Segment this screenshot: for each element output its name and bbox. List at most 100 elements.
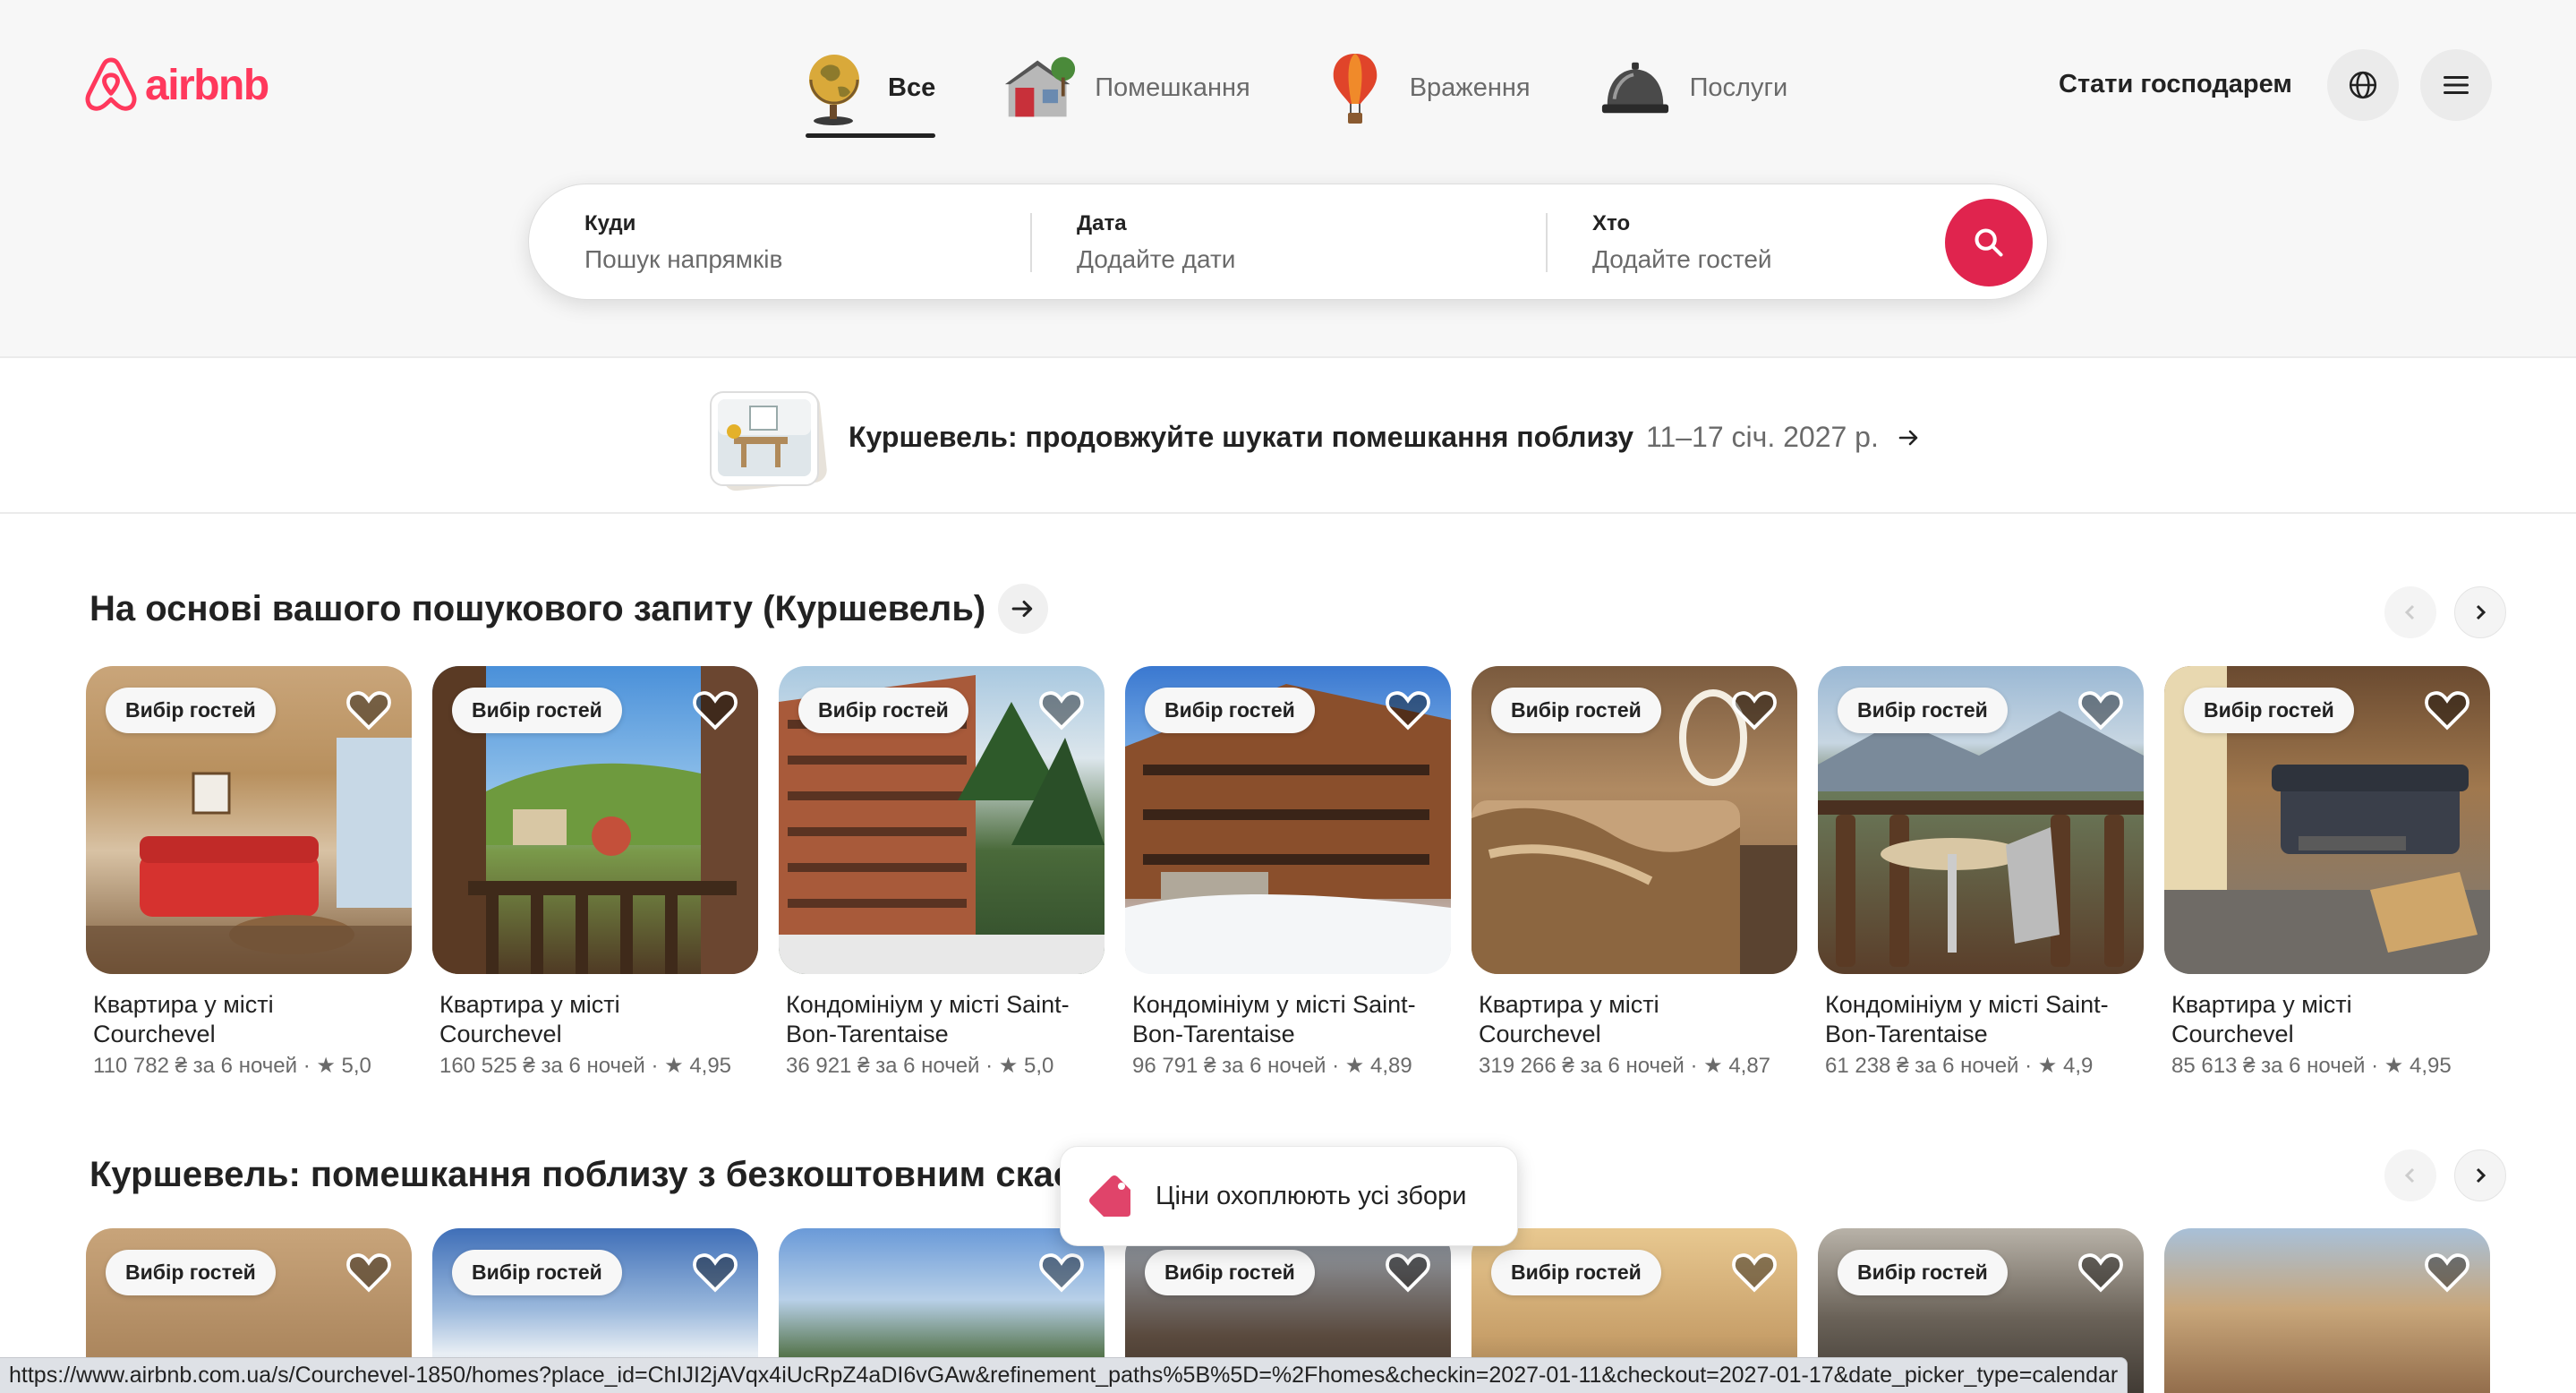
listing-photo[interactable]: Вибір гостей xyxy=(86,666,412,974)
listing-title-line: Квартира у місті xyxy=(439,991,620,1018)
listing-price-rating: 160 525 ₴ за 6 ночей · ★ 4,95 xyxy=(439,1054,732,1078)
house-icon xyxy=(1003,47,1077,128)
listing-title-line: Bon-Tarentaise xyxy=(1132,1021,1295,1047)
search-button[interactable] xyxy=(1945,199,2033,286)
listing-card[interactable]: Вибір гостей Квартира у місті Courchevel … xyxy=(86,666,412,1079)
language-button[interactable] xyxy=(2327,49,2399,121)
listing-title-line: Courchevel xyxy=(2171,1021,2294,1047)
guest-favorite-badge: Вибір гостей xyxy=(2184,688,2354,733)
search-who-input[interactable]: Додайте гостей xyxy=(1592,245,1772,274)
section-title-free-cancellation[interactable]: Куршевель: помешкання поблизу з безкошто… xyxy=(90,1155,1073,1195)
listing-title-line: Courchevel xyxy=(439,1021,562,1047)
recent-search-thumbnail xyxy=(707,387,827,492)
main-menu-button[interactable] xyxy=(2420,49,2492,121)
guest-favorite-badge: Вибір гостей xyxy=(1491,1250,1661,1295)
listing-card[interactable] xyxy=(2164,1228,2490,1393)
search-where-label: Куди xyxy=(584,211,636,235)
listing-card[interactable]: Вибір гостей Кондомініум у місті Saint- B… xyxy=(1818,666,2144,1079)
heart-icon[interactable] xyxy=(2077,688,2124,731)
scroll-left-button[interactable] xyxy=(2384,586,2436,638)
section-title-based-on-search[interactable]: На основі вашого пошукового запиту (Курш… xyxy=(90,584,1049,634)
category-nav: Все Помешкання Враження Послуги xyxy=(797,43,1855,138)
arrow-right-icon[interactable] xyxy=(998,584,1049,634)
listing-card[interactable]: Вибір гостей Кондомініум у місті Saint- B… xyxy=(1125,666,1451,1079)
listing-title-line: Квартира у місті xyxy=(1479,991,1659,1018)
heart-icon[interactable] xyxy=(2424,1250,2470,1293)
heart-icon[interactable] xyxy=(1038,688,1085,731)
listing-card[interactable]: Вибір гостей Квартира у місті Courchevel … xyxy=(1471,666,1797,1079)
listing-title: Квартира у місті Courchevel xyxy=(1471,990,1797,1049)
listing-title-line: Courchevel xyxy=(1479,1021,1601,1047)
search-icon xyxy=(1975,228,2003,257)
listing-photo[interactable] xyxy=(2164,1228,2490,1393)
listing-title-line: Кондомініум у місті Saint- xyxy=(1132,991,1416,1018)
become-host-link[interactable]: Стати господарем xyxy=(2059,70,2292,99)
listing-card[interactable]: Вибір гостей Квартира у місті Courchevel … xyxy=(2164,666,2490,1079)
guest-favorite-badge: Вибір гостей xyxy=(798,688,968,733)
heart-icon[interactable] xyxy=(2424,688,2470,731)
link-status-bar: https://www.airbnb.com.ua/s/Courchevel-1… xyxy=(0,1357,2128,1393)
prices-include-fees-tooltip: Ціни охоплюють усі збори xyxy=(1060,1146,1518,1246)
search-date[interactable]: Дата Додайте дати xyxy=(1077,211,1235,274)
heart-icon[interactable] xyxy=(345,1250,392,1293)
tooltip-text: Ціни охоплюють усі збори xyxy=(1156,1181,1467,1210)
nav-tab-services[interactable]: Послуги xyxy=(1599,43,1787,132)
hot-air-balloon-icon xyxy=(1318,47,1392,128)
search-date-input[interactable]: Додайте дати xyxy=(1077,245,1235,274)
chevron-right-icon xyxy=(2476,1167,2486,1184)
nav-tab-homes[interactable]: Помешкання xyxy=(1003,43,1250,132)
listing-title-line: Кондомініум у місті Saint- xyxy=(1825,991,2109,1018)
nav-tab-all[interactable]: Все xyxy=(797,43,936,138)
recent-search-banner[interactable]: Куршевель: продовжуйте шукати помешкання… xyxy=(0,360,2576,514)
listing-title: Кондомініум у місті Saint- Bon-Tarentaise xyxy=(779,990,1105,1049)
listing-title: Кондомініум у місті Saint- Bon-Tarentaise xyxy=(1818,990,2144,1049)
listing-photo[interactable]: Вибір гостей xyxy=(2164,666,2490,974)
heart-icon[interactable] xyxy=(1038,1250,1085,1293)
section-title-text: На основі вашого пошукового запиту (Курш… xyxy=(90,588,986,628)
listing-photo[interactable]: Вибір гостей xyxy=(1471,666,1797,974)
search-where[interactable]: Куди Пошук напрямків xyxy=(584,211,782,274)
heart-icon[interactable] xyxy=(2077,1250,2124,1293)
arrow-right-icon xyxy=(1898,429,1920,447)
recent-search-text[interactable]: Куршевель: продовжуйте шукати помешкання… xyxy=(849,421,1920,454)
listing-card[interactable]: Вибір гостей Кондомініум у місті Saint- B… xyxy=(779,666,1105,1079)
listing-card[interactable]: Вибір гостей Квартира у місті Courchevel … xyxy=(432,666,758,1079)
scroll-right-button[interactable] xyxy=(2454,586,2506,638)
listing-price-rating: 96 791 ₴ за 6 ночей · ★ 4,89 xyxy=(1132,1054,1412,1078)
listing-photo[interactable]: Вибір гостей xyxy=(779,666,1105,974)
listing-title-line: Bon-Tarentaise xyxy=(786,1021,949,1047)
listing-photo[interactable]: Вибір гостей xyxy=(1125,666,1451,974)
guest-favorite-badge: Вибір гостей xyxy=(452,688,622,733)
listing-title-line: Bon-Tarentaise xyxy=(1825,1021,1988,1047)
heart-icon[interactable] xyxy=(1731,688,1778,731)
guest-favorite-badge: Вибір гостей xyxy=(106,1250,276,1295)
globe-icon xyxy=(797,47,870,128)
heart-icon[interactable] xyxy=(692,688,738,731)
guest-favorite-badge: Вибір гостей xyxy=(1145,1250,1315,1295)
heart-icon[interactable] xyxy=(1385,1250,1431,1293)
nav-tab-experiences[interactable]: Враження xyxy=(1318,43,1531,132)
language-globe-icon xyxy=(2349,71,2377,99)
search-where-input[interactable]: Пошук напрямків xyxy=(584,245,782,274)
nav-tab-homes-label: Помешкання xyxy=(1095,73,1250,102)
scroll-right-button[interactable] xyxy=(2454,1149,2506,1201)
heart-icon[interactable] xyxy=(692,1250,738,1293)
listing-title: Кондомініум у місті Saint- Bon-Tarentaise xyxy=(1125,990,1451,1049)
heart-icon[interactable] xyxy=(345,688,392,731)
search-who-label: Хто xyxy=(1592,211,1631,235)
nav-tab-all-label: Все xyxy=(888,73,936,102)
listing-photo[interactable]: Вибір гостей xyxy=(1818,666,2144,974)
scroll-left-button[interactable] xyxy=(2384,1149,2436,1201)
listing-photo[interactable]: Вибір гостей xyxy=(432,666,758,974)
listing-title: Квартира у місті Courchevel xyxy=(432,990,758,1049)
airbnb-logo[interactable]: airbnb xyxy=(84,56,269,115)
heart-icon[interactable] xyxy=(1385,688,1431,731)
search-divider xyxy=(1030,213,1032,272)
guest-favorite-badge: Вибір гостей xyxy=(1491,688,1661,733)
guest-favorite-badge: Вибір гостей xyxy=(1145,688,1315,733)
search-who[interactable]: Хто Додайте гостей xyxy=(1592,211,1772,274)
heart-icon[interactable] xyxy=(1731,1250,1778,1293)
guest-favorite-badge: Вибір гостей xyxy=(106,688,276,733)
listing-title: Квартира у місті Courchevel xyxy=(2164,990,2490,1049)
listing-price-rating: 61 238 ₴ за 6 ночей · ★ 4,9 xyxy=(1825,1054,2094,1078)
